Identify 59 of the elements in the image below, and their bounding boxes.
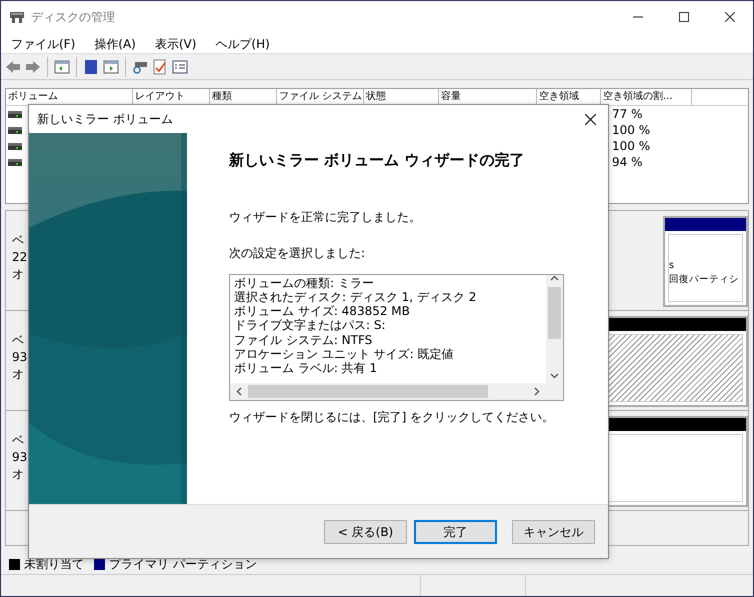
drive-icon [8, 126, 22, 134]
maximize-icon [679, 12, 689, 22]
scroll-up-icon[interactable] [550, 274, 559, 280]
disk-label-text: ベ [12, 432, 25, 449]
drive-icon [8, 110, 22, 118]
disk-label-text: 93 [12, 349, 28, 366]
wizard-button[interactable]: キャンセル [512, 520, 595, 544]
settings-line: アロケーション ユニット サイズ: 既定値 [234, 346, 454, 362]
wizard-button[interactable]: 完了 [414, 520, 497, 544]
scroll-thumb[interactable] [248, 384, 488, 398]
scroll-right-icon[interactable] [534, 386, 540, 396]
wizard-button[interactable]: < 戻る(B) [324, 520, 407, 544]
partition-text: 回復パーティシ [669, 273, 740, 287]
dialog-title: 新しいミラー ボリューム [37, 111, 173, 128]
disk-label-text: オ [12, 266, 25, 283]
settings-line: 選択されたディスク: ディスク 1, ディスク 2 [234, 290, 478, 304]
partition-block[interactable]: s 回復パーティシ [663, 216, 748, 307]
scroll-down-icon[interactable] [550, 372, 559, 378]
vertical-scrollbar[interactable] [546, 274, 563, 382]
settings-line: ボリューム ラベル: 共有 1 [234, 361, 378, 376]
list-window-icon[interactable] [172, 58, 188, 74]
close-icon[interactable] [585, 114, 596, 124]
table-cell-text: 100 % [611, 138, 652, 155]
back-icon[interactable] [5, 58, 21, 74]
menu-item[interactable]: 表示(V) [144, 33, 206, 53]
scroll-thumb[interactable] [548, 286, 561, 338]
checklist-icon[interactable] [152, 58, 168, 74]
partition-text: s [669, 259, 675, 273]
settings-line: ボリュームの種類: ミラー [234, 276, 375, 290]
forward-icon[interactable] [25, 58, 41, 74]
intro-text: ウィザードを正常に完了しました。 [229, 208, 422, 226]
disk-label-text: オ [12, 366, 25, 383]
menu-item[interactable]: ヘルプ(H) [205, 33, 279, 53]
table-cell-text: 77 % [611, 106, 644, 123]
drive-icon [9, 10, 25, 24]
settings-line: ボリューム サイズ: 483852 MB [234, 304, 411, 318]
scroll-left-icon[interactable] [236, 386, 242, 396]
drive-icon [8, 158, 22, 166]
disk-label-text: 93 [12, 449, 28, 466]
menu-item[interactable]: 操作(A) [84, 33, 145, 53]
table-cell-text: 94 % [611, 154, 644, 171]
footer-text: ウィザードを閉じるには、[完了] をクリックしてください。 [229, 408, 556, 426]
panel-icon[interactable] [54, 58, 70, 74]
disk-label-text: ベ [12, 232, 25, 249]
menu-item[interactable]: ファイル(F) [1, 33, 84, 53]
settings-line: ファイル システム: NTFS [234, 332, 374, 347]
disk-label-text: ベ [12, 332, 25, 349]
window-title: ディスクの管理 [31, 9, 115, 26]
disk-label-text: オ [12, 466, 25, 483]
panel-icon[interactable] [103, 58, 119, 74]
legend-label: 未割り当て [24, 556, 84, 573]
horizontal-scrollbar[interactable] [230, 382, 546, 400]
table-cell-text: 100 % [611, 122, 652, 139]
close-icon [725, 12, 735, 22]
list-label: 次の設定を選択しました: [229, 244, 366, 262]
drive-icon [8, 142, 22, 150]
disk-label-text: 22 [12, 249, 28, 266]
settings-line: ドライブ文字またはパス: S: [234, 318, 387, 333]
wizard-heading: 新しいミラー ボリューム ウィザードの完了 [229, 150, 526, 171]
